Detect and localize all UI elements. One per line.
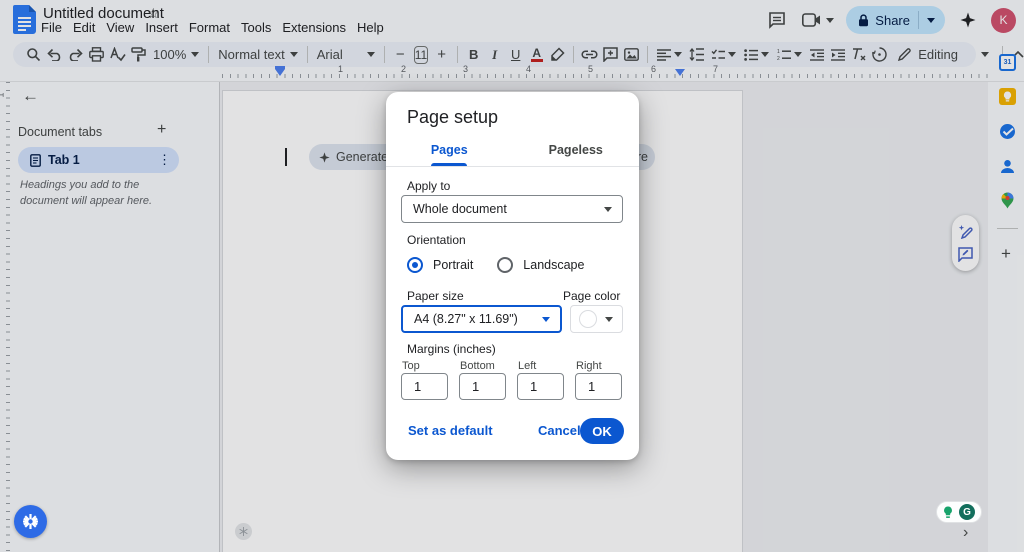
- apply-to-label: Apply to: [407, 179, 451, 193]
- margin-left-input[interactable]: [517, 373, 564, 400]
- chevron-right-icon[interactable]: ›: [963, 524, 968, 542]
- extension-button[interactable]: [14, 505, 47, 538]
- grammarly-pill[interactable]: G: [936, 501, 982, 523]
- starburst-icon: [23, 514, 38, 529]
- grammarly-icon: G: [959, 504, 975, 520]
- tab-pages[interactable]: Pages: [386, 138, 513, 166]
- margin-right-input[interactable]: [575, 373, 622, 400]
- cancel-button[interactable]: Cancel: [538, 418, 581, 444]
- paper-size-value: A4 (8.27" x 11.69"): [414, 312, 518, 326]
- lightbulb-icon: [944, 506, 952, 518]
- page-color-caret-icon: [605, 316, 613, 322]
- dialog-title: Page setup: [407, 107, 499, 127]
- portrait-label[interactable]: Portrait: [433, 258, 473, 272]
- page-color-swatch: [579, 310, 597, 328]
- apply-to-select[interactable]: Whole document: [401, 195, 623, 223]
- dialog-tabs: Pages Pageless: [386, 138, 639, 166]
- margin-top-input[interactable]: [401, 373, 448, 400]
- paper-size-select[interactable]: A4 (8.27" x 11.69"): [401, 305, 562, 333]
- margin-right-label: Right: [576, 360, 602, 372]
- apply-to-caret-icon: [604, 206, 612, 212]
- paper-size-label: Paper size: [407, 289, 464, 303]
- landscape-label[interactable]: Landscape: [523, 258, 584, 272]
- paper-size-caret-icon: [542, 316, 550, 322]
- tab-pageless[interactable]: Pageless: [513, 138, 640, 166]
- margin-top-label: Top: [402, 360, 420, 372]
- portrait-radio[interactable]: [407, 257, 423, 273]
- page-color-label: Page color: [563, 289, 621, 303]
- page-color-select[interactable]: [570, 305, 623, 333]
- tabs-divider: [386, 166, 639, 167]
- apply-to-value: Whole document: [413, 202, 507, 216]
- google-docs-app: Untitled document ☆ File Edit View Inser…: [0, 0, 1024, 552]
- orientation-options: Portrait Landscape: [407, 256, 598, 274]
- margin-bottom-label: Bottom: [460, 360, 495, 372]
- ok-button[interactable]: OK: [580, 418, 624, 444]
- margin-left-label: Left: [518, 360, 537, 372]
- margin-bottom-input[interactable]: [459, 373, 506, 400]
- page-setup-dialog: Page setup Pages Pageless Apply to Whole…: [386, 92, 639, 460]
- set-as-default-button[interactable]: Set as default: [408, 418, 493, 444]
- orientation-label: Orientation: [407, 233, 466, 247]
- landscape-radio[interactable]: [497, 257, 514, 273]
- dialog-buttons: Set as default Cancel OK: [386, 418, 639, 444]
- margins-label: Margins (inches): [407, 342, 496, 356]
